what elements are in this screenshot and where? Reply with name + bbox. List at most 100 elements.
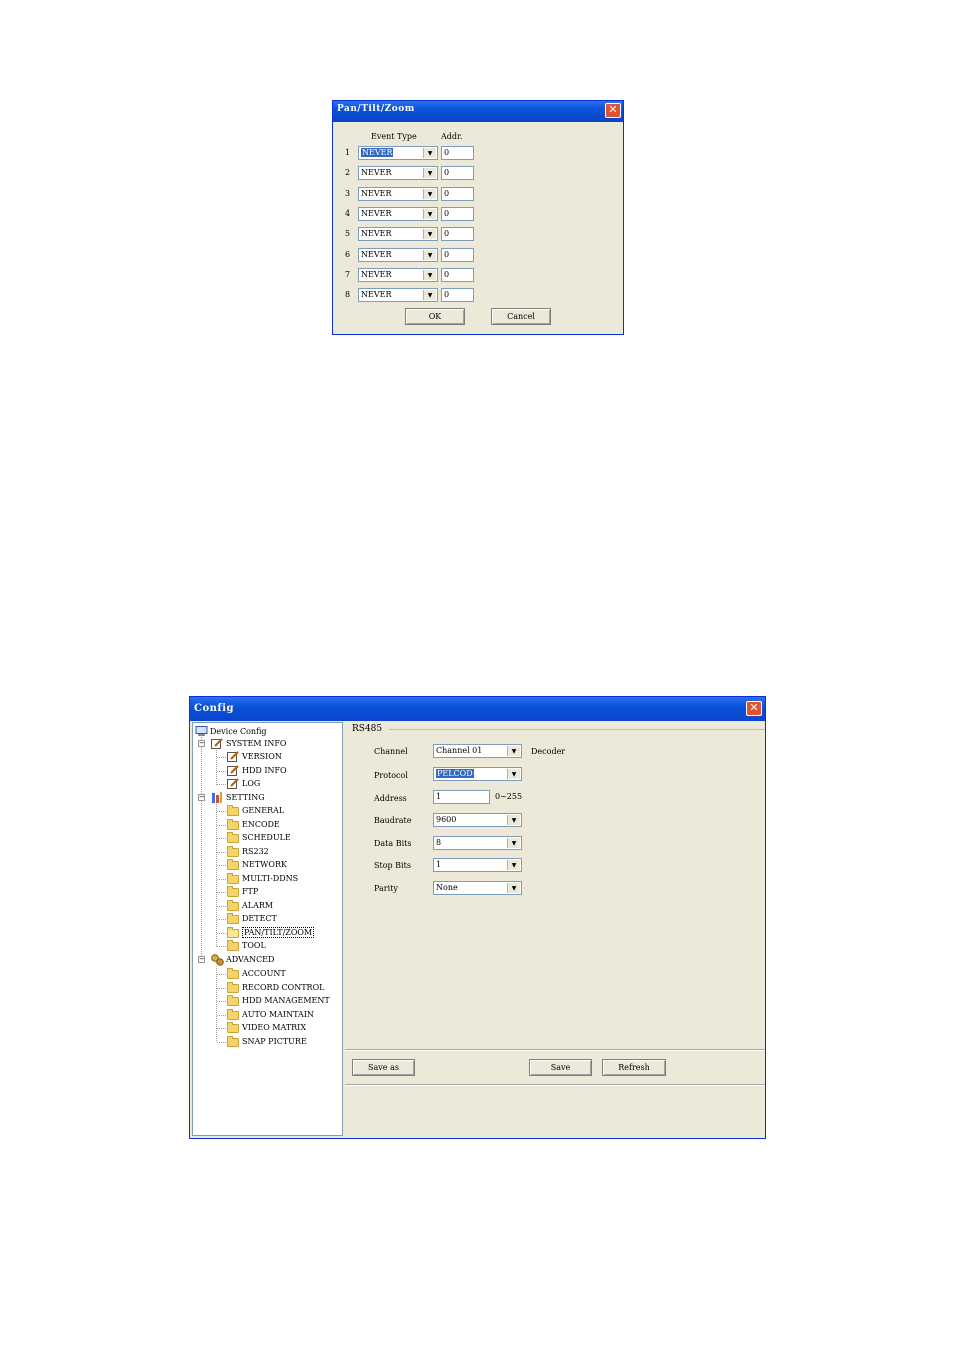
protocol-select[interactable]: PELCOD ▼ [433, 767, 522, 781]
ptz-row: 2 NEVER ▼ 0 [333, 166, 623, 180]
refresh-button[interactable]: Refresh [602, 1059, 666, 1076]
close-icon[interactable]: ✕ [605, 103, 621, 118]
databits-select[interactable]: 8 ▼ [433, 836, 522, 850]
event-type-value: NEVER [361, 290, 392, 299]
addr-field[interactable]: 0 [441, 187, 474, 201]
ptz-row-number: 4 [345, 209, 351, 218]
tree-label: VERSION [242, 752, 282, 761]
ptz-row-number: 5 [345, 229, 351, 238]
tree-label: HDD MANAGEMENT [242, 996, 330, 1005]
event-type-select[interactable]: NEVER ▼ [358, 227, 438, 241]
rs485-group-title: RS485 [352, 724, 383, 734]
event-type-value: NEVER [361, 250, 392, 259]
tree-label: MULTI-DDNS [242, 873, 299, 883]
save-button[interactable]: Save [529, 1059, 592, 1076]
tree-label-system-info: SYSTEM INFO [226, 739, 287, 748]
folder-icon [227, 981, 239, 993]
tree-label: RECORD CONTROL [242, 982, 325, 992]
chevron-down-icon[interactable]: ▼ [423, 168, 436, 178]
device-config-tree[interactable]: Device Config − SYSTEM INFO VERSION HDD I… [192, 722, 343, 1136]
chevron-down-icon[interactable]: ▼ [423, 250, 436, 260]
close-icon[interactable]: ✕ [746, 701, 762, 716]
chevron-down-icon[interactable]: ▼ [507, 838, 520, 848]
event-type-select[interactable]: NEVER ▼ [358, 146, 438, 160]
address-field[interactable]: 1 [433, 790, 490, 804]
tree-guide-line [217, 851, 226, 853]
addr-field[interactable]: 0 [441, 248, 474, 262]
event-type-value: NEVER [361, 189, 392, 198]
event-type-select[interactable]: NEVER ▼ [358, 268, 438, 282]
addr-field[interactable]: 0 [441, 227, 474, 241]
tree-guide-line [217, 987, 226, 989]
tree-label: TOOL [242, 941, 266, 950]
addr-field[interactable]: 0 [441, 207, 474, 221]
collapse-icon[interactable]: − [198, 740, 205, 747]
tree-guide-line [217, 919, 226, 920]
config-title-bar[interactable]: Config ✕ [190, 697, 765, 721]
notepad-icon [227, 751, 239, 762]
event-type-select[interactable]: NEVER ▼ [358, 187, 438, 201]
ptz-row-number: 6 [345, 250, 351, 259]
tree-guide-line [217, 838, 226, 839]
baudrate-select[interactable]: 9600 ▼ [433, 813, 522, 827]
tree-label: ALARM [242, 900, 274, 910]
save-as-button[interactable]: Save as [352, 1059, 415, 1076]
folder-icon [227, 818, 239, 830]
ptz-row: 3 NEVER ▼ 0 [333, 187, 623, 201]
collapse-icon[interactable]: − [198, 794, 205, 801]
parity-label: Parity [374, 884, 398, 893]
tree-label: HDD INFO [242, 765, 287, 775]
chevron-down-icon[interactable]: ▼ [507, 746, 520, 756]
addr-field[interactable]: 0 [441, 288, 474, 302]
addr-field[interactable]: 0 [441, 146, 474, 160]
folder-icon [227, 805, 239, 816]
folder-icon [227, 968, 239, 979]
chevron-down-icon[interactable]: ▼ [423, 270, 436, 280]
ptz-title-bar[interactable]: Pan/Tilt/Zoom ✕ [333, 101, 623, 122]
parity-select[interactable]: None ▼ [433, 881, 522, 895]
tree-label-setting: SETTING [226, 793, 265, 802]
chevron-down-icon[interactable]: ▼ [507, 815, 520, 825]
channel-value: Channel 01 [436, 746, 483, 755]
channel-select[interactable]: Channel 01 ▼ [433, 744, 522, 758]
settings-icon [211, 792, 223, 803]
tree-guide-line [217, 905, 226, 907]
tree-label: DETECT [242, 914, 277, 923]
chevron-down-icon[interactable]: ▼ [423, 290, 436, 300]
event-type-select[interactable]: NEVER ▼ [358, 248, 438, 262]
event-type-select[interactable]: NEVER ▼ [358, 166, 438, 180]
tree-guide-line [217, 1014, 226, 1016]
cancel-button[interactable]: Cancel [491, 308, 551, 325]
notepad-icon [211, 738, 223, 749]
addr-field[interactable]: 0 [441, 268, 474, 282]
chevron-down-icon[interactable]: ▼ [423, 229, 436, 239]
protocol-label: Protocol [374, 771, 408, 780]
event-type-select[interactable]: NEVER ▼ [358, 207, 438, 221]
group-divider [389, 729, 765, 730]
chevron-down-icon[interactable]: ▼ [423, 189, 436, 199]
folder-icon [227, 1035, 239, 1047]
ok-button[interactable]: OK [405, 308, 465, 325]
chevron-down-icon[interactable]: ▼ [423, 209, 436, 219]
tree-guide-line [217, 974, 226, 975]
chevron-down-icon[interactable]: ▼ [507, 769, 520, 779]
databits-label: Data Bits [374, 839, 412, 848]
decoder-label: Decoder [531, 747, 566, 756]
addr-field[interactable]: 0 [441, 166, 474, 180]
stopbits-select[interactable]: 1 ▼ [433, 858, 522, 872]
collapse-icon[interactable]: − [198, 956, 205, 963]
tree-guide-line [217, 784, 226, 785]
tree-label-advanced: ADVANCED [226, 955, 275, 964]
ptz-row-number: 3 [345, 189, 351, 198]
folder-icon [227, 859, 239, 870]
tree-guide-line [201, 737, 202, 960]
event-type-select[interactable]: NEVER ▼ [358, 288, 438, 302]
chevron-down-icon[interactable]: ▼ [507, 883, 520, 893]
address-range: 0~255 [495, 792, 523, 801]
event-type-value: NEVER [361, 209, 392, 218]
tree-label: VIDEO MATRIX [242, 1023, 307, 1032]
chevron-down-icon[interactable]: ▼ [423, 148, 436, 158]
ptz-row-number: 7 [345, 270, 351, 279]
notepad-icon [227, 764, 239, 776]
chevron-down-icon[interactable]: ▼ [507, 860, 520, 870]
